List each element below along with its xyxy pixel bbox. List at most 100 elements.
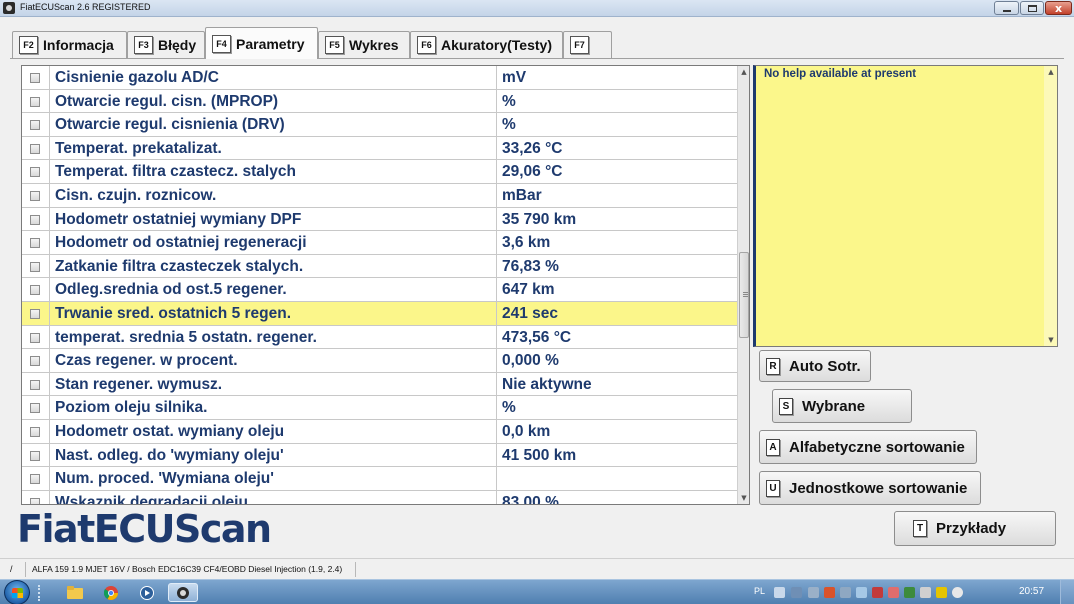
- parameter-checkbox[interactable]: [30, 73, 40, 83]
- language-indicator[interactable]: PL: [754, 586, 765, 596]
- parameter-checkbox[interactable]: [30, 261, 40, 272]
- window-title: FiatECUScan 2.6 REGISTERED: [20, 2, 151, 12]
- parameter-checkbox[interactable]: [30, 450, 40, 461]
- parameter-row[interactable]: Hodometr ostatniej wymiany DPF 35 790 km: [22, 207, 738, 232]
- scroll-up-icon[interactable]: ▲: [738, 66, 749, 78]
- parameter-row[interactable]: Num. proced. 'Wymiana oleju': [22, 467, 738, 491]
- button-label: Jednostkowe sortowanie: [789, 479, 968, 497]
- parameter-row[interactable]: Zatkanie filtra czasteczek stalych. 76,83…: [22, 254, 738, 279]
- chrome-icon[interactable]: [96, 583, 126, 602]
- column-divider: [49, 443, 50, 467]
- parameter-checkbox[interactable]: [30, 403, 40, 414]
- parameter-checkbox[interactable]: [30, 497, 40, 504]
- parameter-checkbox[interactable]: [30, 332, 40, 343]
- alphabetical-sort-button[interactable]: A Alfabetyczne sortowanie: [759, 430, 977, 464]
- column-divider: [496, 136, 497, 160]
- scroll-down-icon[interactable]: ▼: [1044, 334, 1057, 346]
- tab-parametry[interactable]: F4 Parametry: [205, 27, 318, 59]
- parameter-checkbox[interactable]: [30, 120, 40, 131]
- parameters-scrollbar[interactable]: ▲ ▼: [737, 66, 749, 504]
- status-bar: / ALFA 159 1.9 MJET 16V / Bosch EDC16C39…: [0, 558, 1074, 578]
- tray-icon[interactable]: [888, 587, 899, 598]
- parameter-checkbox[interactable]: [30, 96, 40, 107]
- parameter-row[interactable]: temperat. srednia 5 ostatn. regener. 473,…: [22, 325, 738, 350]
- parameter-name: Stan regener. wymusz.: [55, 375, 223, 393]
- parameter-row[interactable]: Trwanie sred. ostatnich 5 regen. 241 sec: [22, 302, 738, 326]
- tray-icon[interactable]: [904, 587, 915, 598]
- parameter-value: Nie aktywne: [502, 375, 592, 393]
- tray-icon[interactable]: [872, 587, 883, 598]
- clock[interactable]: 20:57: [1019, 586, 1044, 597]
- column-divider: [496, 89, 497, 113]
- parameter-row[interactable]: Poziom oleju silnika.%: [22, 396, 738, 420]
- parameter-checkbox[interactable]: [30, 427, 40, 437]
- parameter-row[interactable]: Hodometr od ostatniej regeneracji 3,6 km: [22, 231, 738, 255]
- column-divider: [496, 254, 497, 278]
- folder-icon[interactable]: [60, 583, 90, 602]
- parameter-row[interactable]: Temperat. prekatalizat. 33,26 °C: [22, 136, 738, 161]
- column-divider: [496, 160, 497, 183]
- parameter-checkbox[interactable]: [30, 167, 40, 178]
- auto-sort-button[interactable]: R Auto Sotr.: [759, 350, 871, 382]
- column-divider: [49, 254, 50, 278]
- media-icon[interactable]: [132, 583, 162, 602]
- volume-icon[interactable]: [952, 587, 963, 598]
- tray-icon[interactable]: [808, 587, 819, 598]
- parameter-checkbox[interactable]: [30, 285, 40, 296]
- tray-icon[interactable]: [840, 587, 851, 598]
- parameter-checkbox[interactable]: [30, 238, 40, 249]
- parameter-row[interactable]: Wskaznik degradacji oleju 83,00 %: [22, 490, 738, 504]
- scroll-thumb[interactable]: [739, 252, 749, 338]
- parameter-checkbox[interactable]: [30, 191, 40, 201]
- scroll-down-icon[interactable]: ▼: [738, 492, 749, 504]
- keyboard-icon[interactable]: [774, 587, 785, 598]
- parameter-row[interactable]: Temperat. filtra czastecz. stalych 29,06 …: [22, 160, 738, 184]
- parameter-row[interactable]: Cisn. czujn. roznicow. mBar: [22, 184, 738, 208]
- start-button[interactable]: [4, 580, 30, 604]
- tray-icon[interactable]: [824, 587, 835, 598]
- tab-akuratory[interactable]: F6 Akuratory(Testy): [410, 31, 563, 58]
- signal-icon[interactable]: [936, 587, 947, 598]
- parameter-row[interactable]: Hodometr ostat. wymiany oleju 0,0 km: [22, 420, 738, 444]
- minimize-button[interactable]: [994, 1, 1019, 15]
- parameter-row[interactable]: Otwarcie regul. cisn. (MPROP)%: [22, 89, 738, 114]
- parameters-list[interactable]: Cisnienie gazolu AD/C mV Otwarcie regul. c…: [21, 65, 750, 505]
- parameter-checkbox[interactable]: [30, 474, 40, 485]
- tray-icon[interactable]: [856, 587, 867, 598]
- parameter-checkbox[interactable]: [30, 143, 40, 154]
- unit-sort-button[interactable]: U Jednostkowe sortowanie: [759, 471, 981, 505]
- parameter-row[interactable]: Czas regener. w procent. 0,000 %: [22, 349, 738, 373]
- network-icon[interactable]: [791, 587, 802, 598]
- scroll-up-icon[interactable]: ▲: [1044, 66, 1057, 78]
- maximize-icon: [1028, 5, 1037, 12]
- show-desktop-button[interactable]: [1060, 580, 1074, 604]
- tab-f7[interactable]: F7: [563, 31, 612, 58]
- button-label: Wybrane: [802, 397, 866, 415]
- parameter-row[interactable]: Stan regener. wymusz. Nie aktywne: [22, 372, 738, 397]
- parameter-row[interactable]: Otwarcie regul. cisnienia (DRV)%: [22, 113, 738, 137]
- parameter-row[interactable]: Nast. odleg. do 'wymiany oleju' 41 500 km: [22, 443, 738, 468]
- parameter-row[interactable]: Odleg.srednia od ost.5 regener. 647 km: [22, 278, 738, 302]
- vehicle-info: ALFA 159 1.9 MJET 16V / Bosch EDC16C39 C…: [28, 562, 356, 577]
- column-divider: [496, 113, 497, 136]
- parameter-value: 3,6 km: [502, 234, 551, 252]
- parameter-checkbox[interactable]: [30, 309, 40, 319]
- close-button[interactable]: x: [1045, 1, 1072, 15]
- tab-divider: [10, 58, 1064, 59]
- fiatecuscan-icon[interactable]: [168, 583, 198, 602]
- parameter-checkbox[interactable]: [30, 356, 40, 367]
- tab-informacja[interactable]: F2 Informacja: [12, 31, 127, 58]
- selected-button[interactable]: S Wybrane: [772, 389, 912, 423]
- tab-wykres[interactable]: F5 Wykres: [318, 31, 410, 58]
- help-scrollbar[interactable]: ▲ ▼: [1044, 66, 1057, 346]
- parameter-checkbox[interactable]: [30, 214, 40, 225]
- tray-icon[interactable]: [920, 587, 931, 598]
- parameter-checkbox[interactable]: [30, 379, 40, 390]
- tab-bledy[interactable]: F3 Błędy: [127, 31, 205, 58]
- examples-button[interactable]: T Przykłady: [894, 511, 1056, 546]
- tab-key: F3: [134, 36, 153, 54]
- column-divider: [496, 372, 497, 396]
- maximize-button[interactable]: [1020, 1, 1044, 15]
- parameter-row[interactable]: Cisnienie gazolu AD/C mV: [22, 66, 738, 90]
- column-divider: [49, 113, 50, 136]
